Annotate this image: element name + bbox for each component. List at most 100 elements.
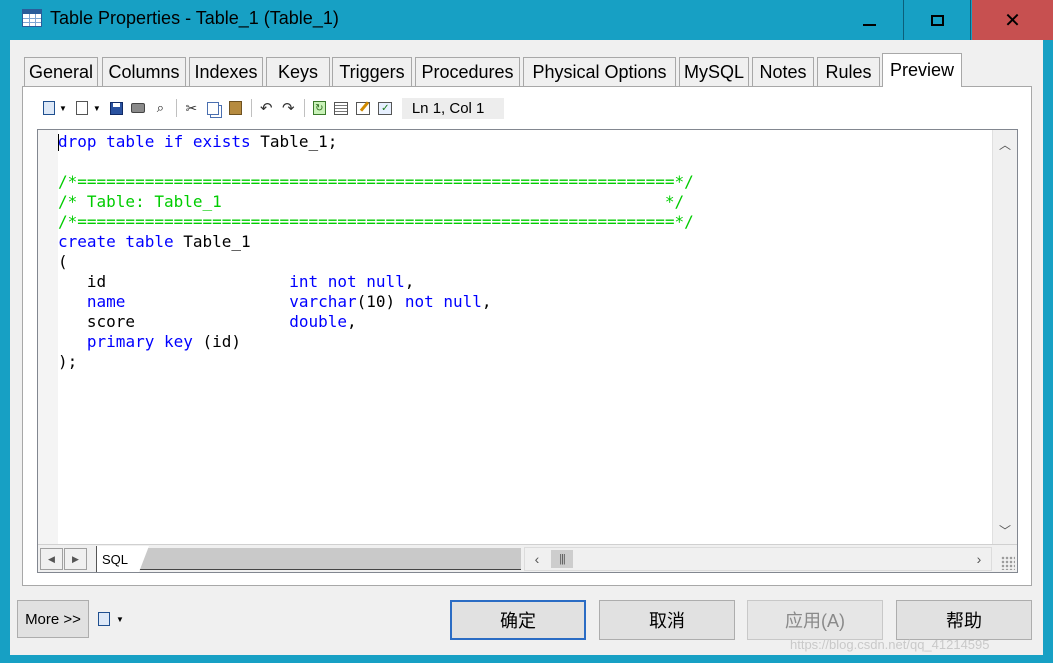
code-line: name varchar(10) not null, xyxy=(58,292,988,312)
code-text: Table_1; xyxy=(250,132,338,151)
copy-button[interactable] xyxy=(204,99,223,118)
sheet-tab-strip xyxy=(138,548,521,570)
maximize-button[interactable] xyxy=(903,0,971,40)
vertical-scrollbar[interactable]: ︿ ﹀ xyxy=(992,130,1017,544)
tab-preview[interactable]: Preview xyxy=(882,53,962,87)
code-line: drop table if exists Table_1; xyxy=(58,132,988,152)
more-button[interactable]: More >> xyxy=(17,600,89,638)
edit-button[interactable] xyxy=(354,99,373,118)
paste-icon xyxy=(228,101,242,115)
code-text: score xyxy=(58,312,290,331)
code-keyword: int not null xyxy=(289,272,405,291)
code-keyword: double xyxy=(289,312,347,331)
preview-toolbar: ▼ ▼ ⌕ ✂ ↶ ↷ ↻ ✓ Ln 1, Col 1 xyxy=(39,97,504,119)
chevron-down-icon[interactable]: ▼ xyxy=(59,104,67,113)
cut-button[interactable]: ✂ xyxy=(182,99,201,118)
code-text: id xyxy=(58,272,290,291)
list-icon xyxy=(334,101,349,115)
save-button[interactable] xyxy=(107,99,126,118)
code-line: /* Table: Table_1 */ xyxy=(58,192,988,212)
code-text: (10) xyxy=(356,292,405,311)
refresh-button[interactable]: ↻ xyxy=(310,99,329,118)
cursor-position: Ln 1, Col 1 xyxy=(401,97,504,119)
refresh-icon: ↻ xyxy=(312,101,326,115)
title-bar: Table Properties - Table_1 (Table_1) ✕ xyxy=(0,0,1053,40)
code-line: ); xyxy=(58,352,988,372)
tab-rules[interactable]: Rules xyxy=(817,57,880,86)
check-icon: ✓ xyxy=(378,101,393,115)
footer-menu-button[interactable]: ▼ xyxy=(98,612,130,626)
scroll-down-button[interactable]: ﹀ xyxy=(993,518,1017,542)
help-button[interactable]: 帮助 xyxy=(896,600,1032,640)
tab-triggers[interactable]: Triggers xyxy=(332,57,412,86)
scroll-up-button[interactable]: ︿ xyxy=(993,132,1017,156)
toolbar-separator xyxy=(250,99,252,117)
undo-button[interactable]: ↶ xyxy=(257,99,276,118)
watermark: https://blog.csdn.net/qq_41214595 xyxy=(790,637,990,652)
print-icon xyxy=(131,103,146,113)
apply-button[interactable]: 应用(A) xyxy=(747,600,883,640)
find-button[interactable]: ⌕ xyxy=(151,99,170,118)
redo-button[interactable]: ↷ xyxy=(279,99,298,118)
code-keyword: name xyxy=(86,292,126,311)
scroll-right-button[interactable]: › xyxy=(967,548,991,570)
triangle-left-icon: ◀ xyxy=(48,553,55,564)
tab-columns[interactable]: Columns xyxy=(102,57,186,86)
find-icon: ⌕ xyxy=(156,100,164,115)
code-line: create table Table_1 xyxy=(58,232,988,252)
tab-general[interactable]: General xyxy=(24,57,98,86)
tab-mysql[interactable]: MySQL xyxy=(679,57,749,86)
code-comment: /*======================================… xyxy=(58,212,694,231)
scroll-left-button[interactable]: ‹ xyxy=(525,548,549,570)
check-button[interactable]: ✓ xyxy=(376,99,395,118)
maximize-icon xyxy=(930,14,944,26)
chevron-down-icon[interactable]: ▼ xyxy=(93,104,101,113)
ok-button[interactable]: 确定 xyxy=(450,600,586,640)
editor-gutter xyxy=(38,130,58,544)
cut-icon: ✂ xyxy=(185,99,198,116)
resize-grip-icon[interactable] xyxy=(1001,556,1015,570)
document-icon xyxy=(42,101,55,115)
minimize-icon xyxy=(862,24,876,26)
preview-panel: ▼ ▼ ⌕ ✂ ↶ ↷ ↻ ✓ Ln 1, Col 1 drop table i… xyxy=(22,86,1032,586)
tab-indexes[interactable]: Indexes xyxy=(189,57,263,86)
new-document-icon xyxy=(76,101,89,115)
chevron-up-icon: ︿ xyxy=(998,137,1011,152)
minimize-button[interactable] xyxy=(835,0,903,40)
sheet-next-button[interactable]: ▶ xyxy=(64,548,87,570)
close-button[interactable]: ✕ xyxy=(972,0,1053,40)
code-text: ( xyxy=(58,252,68,271)
new-document-button[interactable] xyxy=(73,99,92,118)
sheet-tab-sql[interactable]: SQL xyxy=(96,546,149,572)
paste-button[interactable] xyxy=(226,99,245,118)
scroll-thumb[interactable]: ||| xyxy=(551,550,573,568)
document-button[interactable] xyxy=(39,99,58,118)
tab-keys[interactable]: Keys xyxy=(266,57,330,86)
tab-notes[interactable]: Notes xyxy=(752,57,814,86)
code-line: /*======================================… xyxy=(58,212,988,232)
window-title: Table Properties - Table_1 (Table_1) xyxy=(50,8,339,28)
toolbar-separator xyxy=(303,99,305,117)
sql-editor[interactable]: drop table if exists Table_1; /*=========… xyxy=(37,129,1018,573)
code-text: Table_1 xyxy=(173,232,251,251)
code-keyword: create table xyxy=(58,232,174,251)
list-button[interactable] xyxy=(332,99,351,118)
dialog-body: General Columns Indexes Keys Triggers Pr… xyxy=(10,40,1043,655)
horizontal-scrollbar[interactable]: ‹ ||| › xyxy=(524,547,992,571)
chevron-right-icon: › xyxy=(976,551,982,567)
code-keyword: varchar xyxy=(289,292,357,311)
tab-physical-options[interactable]: Physical Options xyxy=(523,57,676,86)
code-area[interactable]: drop table if exists Table_1; /*=========… xyxy=(58,132,988,542)
code-line: id int not null, xyxy=(58,272,988,292)
code-text: , xyxy=(346,312,357,331)
edit-icon xyxy=(356,101,371,115)
tab-procedures[interactable]: Procedures xyxy=(415,57,520,86)
cancel-button[interactable]: 取消 xyxy=(599,600,735,640)
print-button[interactable] xyxy=(129,99,148,118)
chevron-left-icon: ‹ xyxy=(534,551,540,567)
editor-bottom-bar: ◀ ▶ SQL ‹ ||| › xyxy=(38,544,1017,572)
sheet-prev-button[interactable]: ◀ xyxy=(40,548,63,570)
